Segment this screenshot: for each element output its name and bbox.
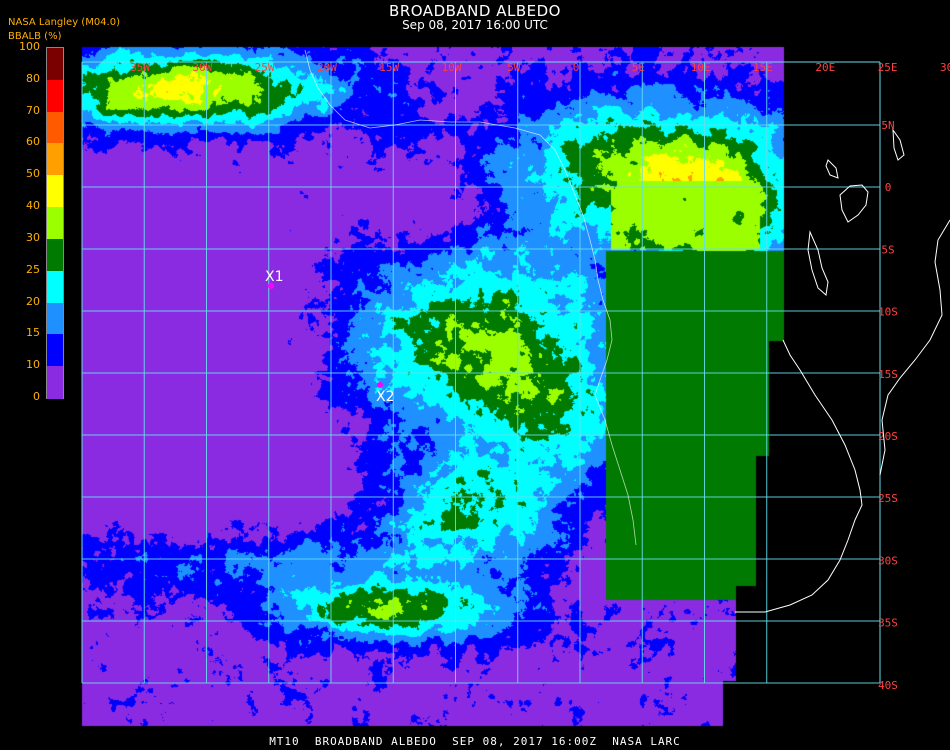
map-subtitle: Sep 08, 2017 16:00 UTC bbox=[402, 18, 548, 32]
west-africa-coastline bbox=[304, 49, 613, 396]
colorbar-tick-label: 100 bbox=[19, 40, 40, 53]
longitude-label: 25W bbox=[255, 61, 275, 74]
colorbar-tick-label: 50 bbox=[26, 167, 40, 181]
colorbar-tick-label: 15 bbox=[26, 326, 40, 340]
colorbar-segment bbox=[47, 270, 63, 304]
namibia-coastline bbox=[594, 394, 637, 546]
longitude-label: 5W bbox=[507, 61, 521, 74]
lake-victoria bbox=[839, 184, 869, 223]
colorbar-segment bbox=[47, 334, 63, 368]
colorbar-segment bbox=[47, 48, 63, 81]
colorbar-segment bbox=[47, 207, 63, 240]
latitude-label: 10S bbox=[878, 306, 898, 319]
latitude-label: 5S bbox=[881, 243, 894, 256]
longitude-label: 10W bbox=[442, 61, 462, 74]
colorbar-tick-label: 0 bbox=[33, 390, 40, 403]
colorbar-tick-label: 60 bbox=[26, 135, 40, 149]
longitude-label: 20E bbox=[815, 61, 835, 74]
lake-tanganyika bbox=[807, 230, 829, 296]
colorbar-tick-label: 25 bbox=[26, 262, 40, 276]
latitude-label: 30S bbox=[878, 554, 898, 567]
longitude-label: 15E bbox=[753, 61, 773, 74]
longitude-label: 20W bbox=[317, 61, 337, 74]
longitude-label: 15W bbox=[379, 61, 399, 74]
map-overlay: 35W 30W 25W 20W 15W 10W 5W 0 5E 10E 15E 20E 25E 30E 35… bbox=[81, 49, 950, 692]
colorbar-tick-label: 70 bbox=[26, 103, 40, 117]
site-marker-dot bbox=[377, 382, 383, 388]
data-source-label: NASA Langley (M04.0) bbox=[8, 17, 120, 28]
longitude-label: 10E bbox=[691, 61, 711, 74]
colorbar-segment bbox=[47, 143, 63, 177]
longitude-label: 35W bbox=[130, 61, 150, 74]
latitude-label: 25S bbox=[878, 492, 898, 505]
colorbar-tick-label: 30 bbox=[26, 230, 40, 244]
colorbar-tick-label: 80 bbox=[26, 71, 40, 85]
latitude-label: 0 bbox=[885, 181, 892, 194]
latitude-label: 15S bbox=[878, 368, 898, 381]
lake-albert bbox=[825, 159, 839, 179]
colorbar-segment bbox=[47, 238, 63, 272]
lake-turkana bbox=[892, 128, 905, 161]
colorbar-segment bbox=[47, 79, 63, 113]
latitude-label: 35S bbox=[878, 617, 898, 630]
latitude-label: 40S bbox=[878, 679, 898, 692]
colorbar-tick-label: 20 bbox=[26, 294, 40, 308]
colorbar-tick-label: 40 bbox=[26, 199, 40, 213]
africa-coastline bbox=[735, 339, 863, 613]
longitude-label: 5E bbox=[632, 61, 645, 74]
colorbar-segment bbox=[47, 175, 63, 209]
longitude-label: 0 bbox=[573, 61, 580, 74]
colorbar bbox=[46, 47, 64, 399]
site-marker-label: X1 bbox=[265, 269, 284, 285]
longitude-label: 25E bbox=[878, 61, 898, 74]
site-marker-label: X2 bbox=[376, 389, 395, 405]
longitude-label: 30W bbox=[192, 61, 212, 74]
latitude-label: 20S bbox=[878, 430, 898, 443]
colorbar-segment bbox=[47, 302, 63, 336]
colorbar-tick-label: 10 bbox=[26, 358, 40, 372]
longitude-label: 30E bbox=[940, 61, 950, 74]
footer-caption: MT10 BROADBAND ALBEDO SEP 08, 2017 16:00… bbox=[269, 735, 681, 748]
colorbar-segment bbox=[47, 111, 63, 145]
colorbar-segment bbox=[47, 366, 63, 399]
